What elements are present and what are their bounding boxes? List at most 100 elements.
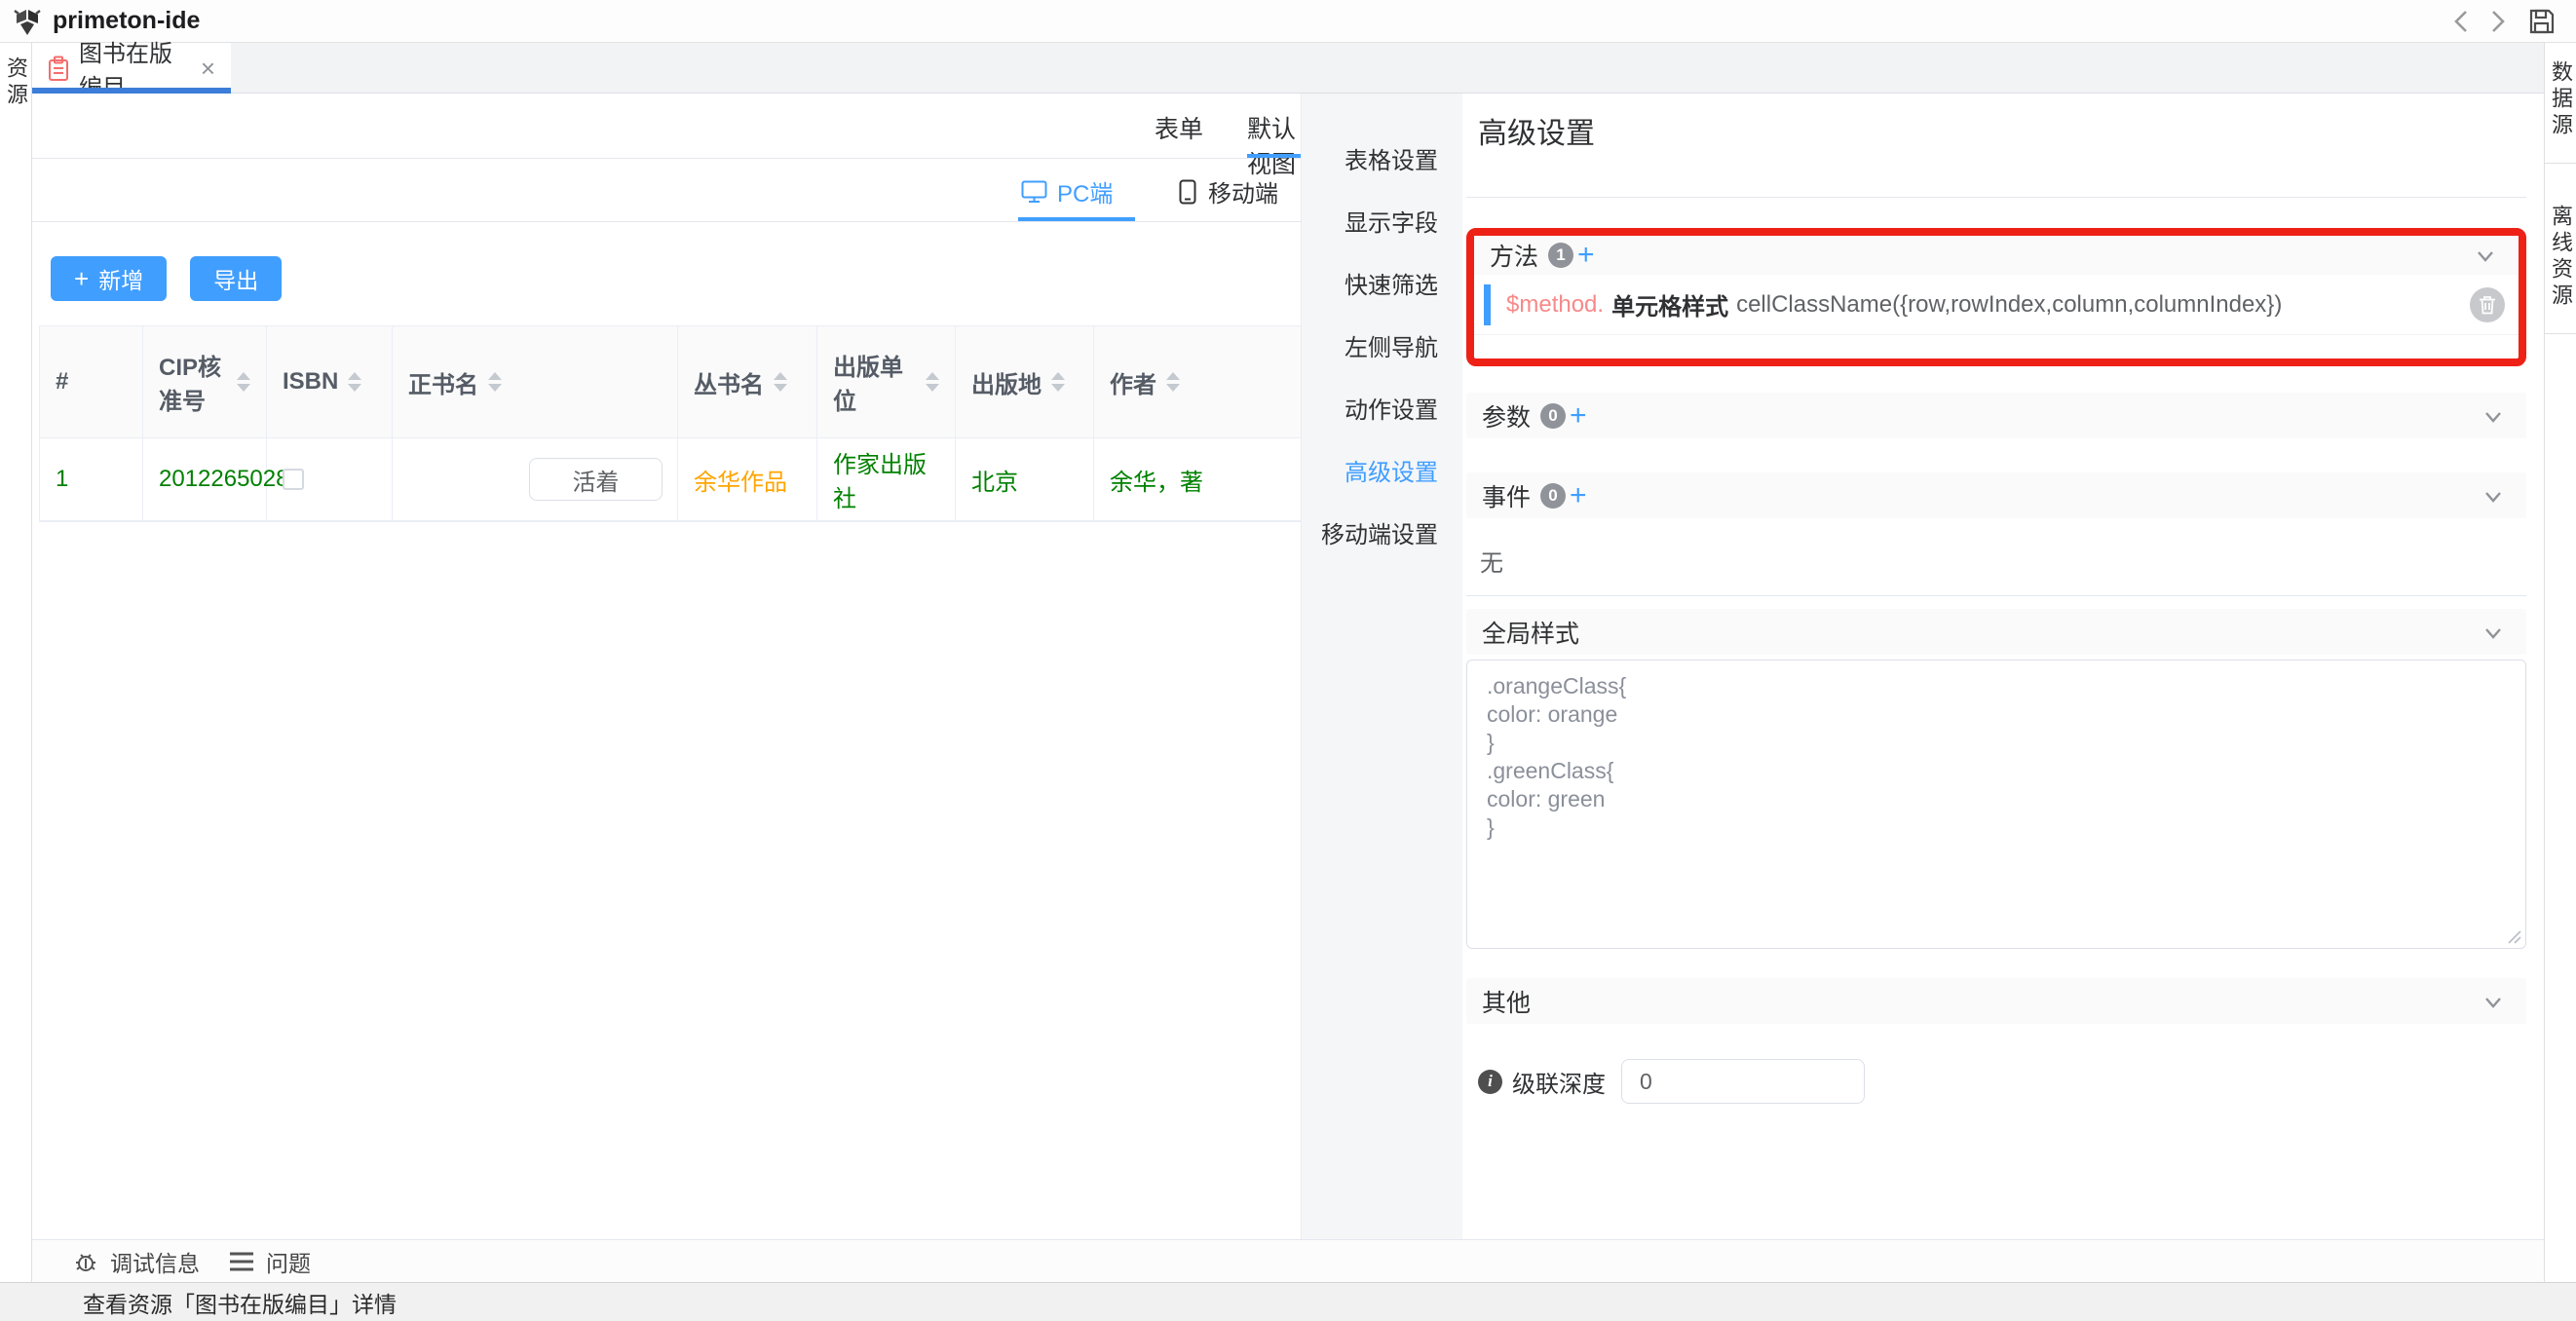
table-header-row: # CIP核准号 ISBN 正书名 丛书名 出版单位 出版地 作者 xyxy=(40,326,1301,438)
chevron-down-icon[interactable] xyxy=(2480,482,2507,510)
left-sidebar-strip: 资源 xyxy=(0,43,32,1282)
column-header[interactable]: 正书名 xyxy=(393,326,678,437)
app-logo-icon xyxy=(12,6,43,37)
cell-index: 1 xyxy=(40,438,143,520)
cascade-depth-input[interactable] xyxy=(1621,1059,1865,1104)
status-bar: 查看资源「图书在版编目」详情 xyxy=(0,1282,2576,1321)
settings-menu: 表格设置 显示字段 快速筛选 左侧导航 动作设置 高级设置 移动端设置 xyxy=(1302,94,1462,1239)
chevron-down-icon[interactable] xyxy=(2480,988,2507,1015)
sort-icon[interactable] xyxy=(348,372,361,392)
section-params-label: 参数 xyxy=(1482,398,1531,434)
close-icon[interactable]: × xyxy=(201,56,215,81)
method-prefix: $method. xyxy=(1506,291,1604,319)
cell-cip: 2012265028 xyxy=(143,438,267,520)
cell-publisher: 作家出版社 xyxy=(817,438,956,520)
divider xyxy=(1466,197,2526,198)
chevron-down-icon[interactable] xyxy=(2472,242,2499,269)
section-methods-label: 方法 xyxy=(1490,238,1538,273)
tab-title: 图书在版编目 xyxy=(79,34,185,102)
cell-series: 余华作品 xyxy=(678,438,817,520)
delete-method-button[interactable] xyxy=(2470,287,2505,322)
add-param-button[interactable]: + xyxy=(1570,401,1587,431)
chevron-down-icon[interactable] xyxy=(2480,402,2507,430)
menu-item-advanced-settings[interactable]: 高级设置 xyxy=(1302,438,1462,501)
device-pc-label: PC端 xyxy=(1057,174,1113,208)
menu-item-left-nav[interactable]: 左侧导航 xyxy=(1302,314,1462,376)
debug-bar: 调试信息 问题 xyxy=(32,1239,2544,1282)
issues-button[interactable]: 问题 xyxy=(229,1245,311,1278)
spacer xyxy=(1474,335,2519,359)
sidebar-item-resources[interactable]: 资源 xyxy=(0,57,31,109)
data-table: # CIP核准号 ISBN 正书名 丛书名 出版单位 出版地 作者 1 2012… xyxy=(39,325,1301,522)
active-tab-underline xyxy=(1247,154,1301,158)
issues-label: 问题 xyxy=(266,1245,311,1278)
menu-item-mobile-settings[interactable]: 移动端设置 xyxy=(1302,501,1462,563)
section-methods-header[interactable]: 方法 1 + xyxy=(1474,236,2519,275)
sort-icon[interactable] xyxy=(237,372,250,392)
add-method-button[interactable]: + xyxy=(1577,241,1595,270)
section-other-header[interactable]: 其他 xyxy=(1466,978,2526,1024)
settings-content: 高级设置 方法 1 + $method. 单元格样式 cellClassName… xyxy=(1462,94,2544,1239)
method-signature: cellClassName({row,rowIndex,column,colum… xyxy=(1736,291,2282,319)
device-pc-tab[interactable]: PC端 xyxy=(1021,174,1113,208)
section-events-label: 事件 xyxy=(1482,478,1531,513)
sort-icon[interactable] xyxy=(774,372,787,392)
column-header[interactable]: 出版地 xyxy=(956,326,1094,437)
tab-form[interactable]: 表单 xyxy=(1155,110,1203,145)
device-mobile-tab[interactable]: 移动端 xyxy=(1177,174,1278,208)
sort-icon[interactable] xyxy=(488,372,502,392)
phone-icon xyxy=(1177,179,1198,205)
section-other-label: 其他 xyxy=(1482,984,1531,1019)
document-icon xyxy=(48,56,69,82)
status-text: 查看资源「图书在版编目」详情 xyxy=(83,1286,397,1319)
isbn-checkbox[interactable] xyxy=(283,469,304,490)
sort-icon[interactable] xyxy=(1166,372,1180,392)
export-button[interactable]: 导出 xyxy=(190,256,282,301)
sort-icon[interactable] xyxy=(1051,372,1065,392)
menu-item-action-settings[interactable]: 动作设置 xyxy=(1302,376,1462,438)
chevron-down-icon[interactable] xyxy=(2480,619,2507,646)
method-item[interactable]: $method. 单元格样式 cellClassName({row,rowInd… xyxy=(1474,275,2519,335)
section-global-style-header[interactable]: 全局样式 xyxy=(1466,609,2526,655)
global-style-textarea[interactable]: .orangeClass{ color: orange } .greenClas… xyxy=(1466,660,2526,949)
section-global-style-label: 全局样式 xyxy=(1482,615,1579,650)
book-title-input[interactable] xyxy=(529,458,663,501)
list-icon xyxy=(229,1251,254,1272)
debug-info-button[interactable]: 调试信息 xyxy=(73,1245,200,1278)
tab-book-cip[interactable]: 图书在版编目 × xyxy=(32,43,231,94)
column-header[interactable]: ISBN xyxy=(267,326,393,437)
right-sidebar-strip: 数据源 离线资源 xyxy=(2544,43,2576,1282)
resize-handle-icon[interactable] xyxy=(2508,930,2521,944)
sort-icon[interactable] xyxy=(926,372,939,392)
app-title: primeton-ide xyxy=(53,7,200,35)
titlebar-actions xyxy=(2453,7,2557,36)
add-event-button[interactable]: + xyxy=(1570,481,1587,510)
column-header[interactable]: 丛书名 xyxy=(678,326,817,437)
section-params-header[interactable]: 参数 0 + xyxy=(1466,393,2526,438)
column-header[interactable]: # xyxy=(40,326,143,437)
cell-isbn xyxy=(267,438,393,520)
nav-back-icon[interactable] xyxy=(2453,8,2469,35)
device-mobile-label: 移动端 xyxy=(1208,174,1278,208)
debug-info-label: 调试信息 xyxy=(110,1245,200,1278)
column-header[interactable]: 作者 xyxy=(1094,326,1301,437)
column-header[interactable]: 出版单位 xyxy=(817,326,956,437)
panel-title: 高级设置 xyxy=(1478,109,2526,152)
menu-item-display-fields[interactable]: 显示字段 xyxy=(1302,189,1462,251)
section-events-header[interactable]: 事件 0 + xyxy=(1466,472,2526,518)
nav-forward-icon[interactable] xyxy=(2490,8,2506,35)
menu-item-quick-filter[interactable]: 快速筛选 xyxy=(1302,251,1462,314)
method-name: 单元格样式 xyxy=(1611,287,1728,321)
sidebar-item-offline-resources[interactable]: 离线资源 xyxy=(2545,205,2576,310)
divider xyxy=(1466,595,2526,596)
active-device-underline xyxy=(1018,217,1135,221)
sidebar-item-datasource[interactable]: 数据源 xyxy=(2545,60,2576,139)
device-toggle: PC端 移动端 xyxy=(32,159,1301,222)
method-accent-bar xyxy=(1484,284,1491,325)
table-row[interactable]: 1 2012265028 余华作品 作家出版社 北京 余华，著 xyxy=(40,438,1301,521)
monitor-icon xyxy=(1021,180,1047,204)
column-header[interactable]: CIP核准号 xyxy=(143,326,267,437)
menu-item-table-settings[interactable]: 表格设置 xyxy=(1302,127,1462,189)
add-button[interactable]: + 新增 xyxy=(51,256,167,301)
save-icon[interactable] xyxy=(2527,7,2557,36)
